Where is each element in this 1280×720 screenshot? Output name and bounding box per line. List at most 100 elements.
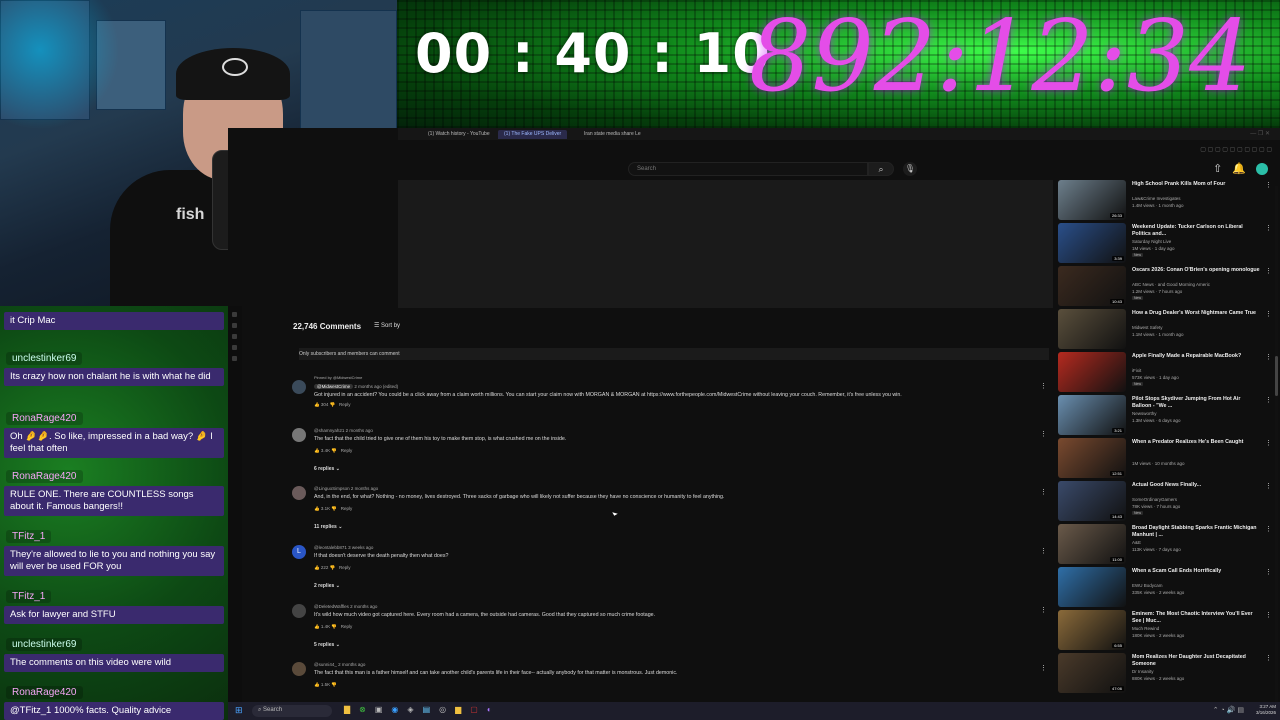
video-title[interactable]: Pilot Stops Skydiver Jumping From Hot Ai… — [1132, 396, 1260, 410]
windows-start-icon[interactable]: ⊞ — [235, 705, 245, 715]
more-options-icon[interactable]: ⋮ — [1265, 568, 1272, 576]
video-thumbnail[interactable] — [1058, 352, 1126, 392]
video-thumbnail[interactable]: 26:33 — [1058, 180, 1126, 220]
comment-avatar[interactable] — [292, 486, 306, 500]
steam-icon[interactable]: ◈ — [407, 705, 413, 714]
like-icon[interactable]: 👍 — [314, 624, 320, 629]
recommended-video[interactable]: Apple Finally Made a Repairable MacBook?… — [1058, 352, 1280, 394]
recommended-video[interactable]: 12:51 When a Predator Realizes He's Been … — [1058, 438, 1280, 480]
comment-author[interactable]: @sunni44_ — [314, 662, 337, 667]
xbox-icon[interactable]: ⊗ — [359, 705, 366, 714]
account-avatar[interactable] — [1256, 162, 1268, 175]
video-title[interactable]: When a Scam Call Ends Horrifically — [1132, 568, 1260, 575]
like-icon[interactable]: 👍 — [314, 402, 320, 407]
comment-avatar[interactable] — [292, 428, 306, 442]
app-icon[interactable]: ◎ — [439, 705, 446, 714]
taskbar-clock[interactable]: 3:27 AM 3/16/2026 — [1256, 704, 1276, 716]
channel-name[interactable]: Much Rewind — [1132, 626, 1159, 631]
channel-name[interactable]: SomeOrdinaryGamers — [1132, 497, 1177, 502]
channel-name[interactable]: A&E — [1132, 540, 1141, 545]
window-controls[interactable]: — ❐ ✕ — [1250, 130, 1270, 137]
view-replies-button[interactable]: 2 replies ⌄ — [314, 583, 340, 589]
app-icon[interactable]: ▤ — [423, 705, 431, 714]
edge-icon[interactable]: ◉ — [391, 705, 398, 714]
comment-avatar[interactable] — [292, 604, 306, 618]
recommended-video[interactable]: 3:21 Pilot Stops Skydiver Jumping From Ho… — [1058, 395, 1280, 437]
video-title[interactable]: When a Predator Realizes He's Been Caugh… — [1132, 439, 1260, 446]
channel-name[interactable]: EWU Bodycam — [1132, 583, 1163, 588]
recommended-video[interactable]: 3:39 Weekend Update: Tucker Carlson on Li… — [1058, 223, 1280, 265]
like-icon[interactable]: 👍 — [314, 506, 320, 511]
sort-button[interactable]: ☰ Sort by — [374, 322, 400, 329]
comment-author[interactable]: @DeletedWaffles — [314, 604, 349, 609]
chat-username[interactable]: RonaRage420 — [6, 412, 83, 425]
video-title[interactable]: Broad Daylight Stabbing Sparks Frantic M… — [1132, 525, 1260, 539]
folder-icon[interactable]: ▆ — [455, 705, 461, 714]
comment-avatar[interactable] — [292, 662, 306, 676]
video-player-area[interactable] — [398, 180, 1053, 308]
comment-author[interactable]: @shamnyah21 — [314, 428, 344, 433]
chat-username[interactable]: RonaRage420 — [6, 470, 83, 483]
recommended-video[interactable]: 26:33 High School Prank Kills Mom of Four… — [1058, 180, 1280, 222]
recommended-video[interactable]: 47:06 Mom Realizes Her Daughter Just Deca… — [1058, 653, 1280, 695]
view-replies-button[interactable]: 5 replies ⌄ — [314, 642, 340, 648]
more-options-icon[interactable]: ⋮ — [1040, 488, 1047, 496]
tab-watch-history[interactable]: (1) Watch history - YouTube — [422, 130, 496, 139]
video-title[interactable]: Eminem: The Most Chaotic Interview You'l… — [1132, 611, 1260, 625]
channel-name[interactable]: Saturday Night Live — [1132, 239, 1171, 244]
video-title[interactable]: Apple Finally Made a Repairable MacBook? — [1132, 353, 1260, 360]
recommended-video[interactable]: How a Drug Dealer's Worst Nightmare Came… — [1058, 309, 1280, 351]
more-options-icon[interactable]: ⋮ — [1265, 611, 1272, 619]
more-options-icon[interactable]: ⋮ — [1265, 353, 1272, 361]
tab-active-video[interactable]: (1) The Fake UPS Deliver — [498, 130, 568, 139]
recommended-video[interactable]: 6:55 Eminem: The Most Chaotic Interview Y… — [1058, 610, 1280, 652]
video-title[interactable]: Oscars 2026: Conan O'Brien's opening mon… — [1132, 267, 1260, 274]
video-title[interactable]: How a Drug Dealer's Worst Nightmare Came… — [1132, 310, 1260, 317]
video-thumbnail[interactable]: 10:43 — [1058, 266, 1126, 306]
reply-button[interactable]: Reply — [339, 402, 351, 407]
tab-news[interactable]: Iran state media share Le — [578, 130, 647, 139]
video-title[interactable]: Mom Realizes Her Daughter Just Decapitat… — [1132, 654, 1260, 668]
more-options-icon[interactable]: ⋮ — [1265, 654, 1272, 662]
video-thumbnail[interactable] — [1058, 567, 1126, 607]
video-thumbnail[interactable]: 3:21 — [1058, 395, 1126, 435]
bell-icon[interactable]: 🔔 — [1232, 162, 1246, 175]
video-title[interactable]: Weekend Update: Tucker Carlson on Libera… — [1132, 224, 1260, 238]
channel-name[interactable]: Law&Crime Investigates — [1132, 196, 1181, 201]
search-input[interactable]: Search — [628, 162, 868, 176]
reply-button[interactable]: Reply — [341, 448, 353, 453]
comment-avatar[interactable]: L — [292, 545, 306, 559]
reply-button[interactable]: Reply — [339, 565, 351, 570]
dislike-icon[interactable]: 👎 — [331, 448, 337, 453]
video-thumbnail[interactable]: 14:43 — [1058, 481, 1126, 521]
extension-icons[interactable]: ▢ ▢ ▢ ▢ ▢ ▢ ▢ ▢ ▢ ▢ — [1200, 146, 1272, 153]
more-options-icon[interactable]: ⋮ — [1265, 525, 1272, 533]
more-options-icon[interactable]: ⋮ — [1265, 482, 1272, 490]
channel-name[interactable]: Dr Insanity — [1132, 669, 1154, 674]
video-thumbnail[interactable]: 12:51 — [1058, 438, 1126, 478]
video-thumbnail[interactable] — [1058, 309, 1126, 349]
view-replies-button[interactable]: 6 replies ⌄ — [314, 466, 340, 472]
chat-username[interactable]: unclestinker69 — [6, 638, 83, 651]
more-options-icon[interactable]: ⋮ — [1040, 664, 1047, 672]
chat-username[interactable]: unclestinker69 — [6, 352, 83, 365]
recommended-video[interactable]: 10:43 Oscars 2026: Conan O'Brien's openin… — [1058, 266, 1280, 308]
chat-username[interactable]: RonaRage420 — [6, 686, 83, 699]
more-options-icon[interactable]: ⋮ — [1040, 382, 1047, 390]
more-options-icon[interactable]: ⋮ — [1265, 181, 1272, 189]
more-options-icon[interactable]: ⋮ — [1040, 430, 1047, 438]
scrollbar[interactable] — [1275, 186, 1278, 716]
like-icon[interactable]: 👍 — [314, 448, 320, 453]
more-options-icon[interactable]: ⋮ — [1040, 547, 1047, 555]
mic-icon[interactable]: 🎙 — [903, 162, 917, 176]
video-thumbnail[interactable]: 6:55 — [1058, 610, 1126, 650]
more-options-icon[interactable]: ⋮ — [1040, 606, 1047, 614]
comment-avatar[interactable] — [292, 380, 306, 394]
app-icon[interactable]: ▣ — [375, 705, 383, 714]
video-thumbnail[interactable]: 3:39 — [1058, 223, 1126, 263]
dislike-icon[interactable]: 👎 — [330, 402, 336, 407]
app-icon[interactable]: ▢ — [470, 705, 478, 714]
like-icon[interactable]: 👍 — [314, 682, 320, 687]
channel-name[interactable]: Newsworthy — [1132, 411, 1157, 416]
more-options-icon[interactable]: ⋮ — [1265, 267, 1272, 275]
